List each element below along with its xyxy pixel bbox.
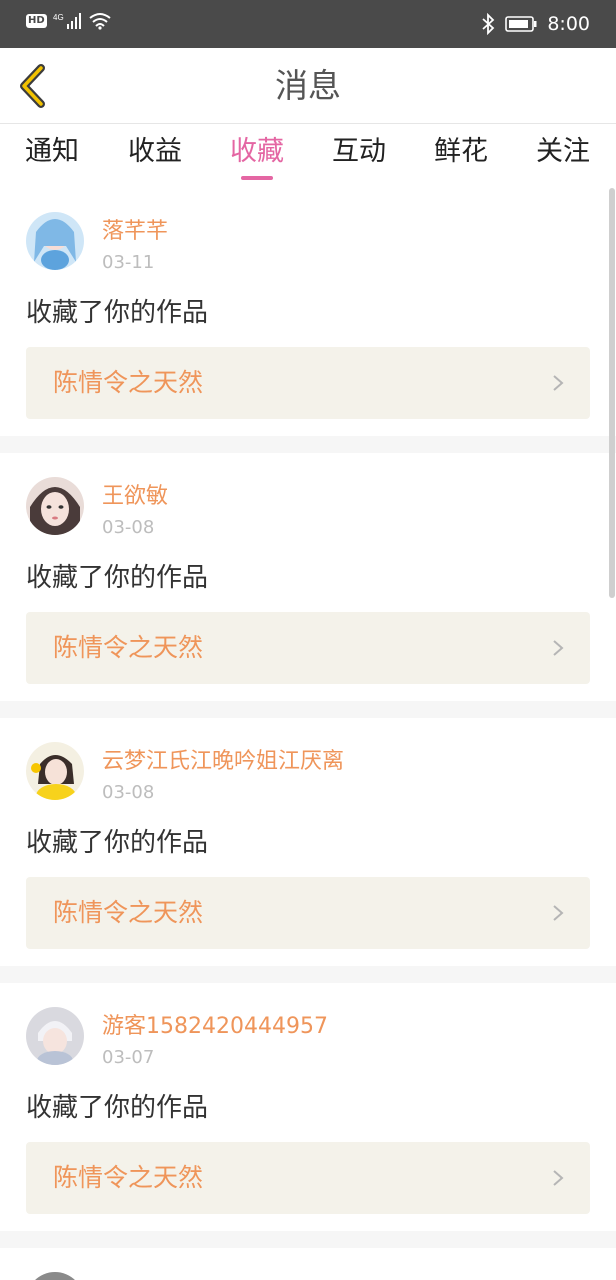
status-left: HD 4G [26, 12, 111, 30]
work-link[interactable]: 陈情令之天然 [26, 347, 590, 419]
action-text: 收藏了你的作品 [26, 828, 209, 858]
item-date: 03-11 [102, 252, 155, 273]
user-name[interactable]: 王欲敏 [102, 483, 168, 511]
tab-flowers[interactable]: 鲜花 [421, 134, 501, 170]
chevron-right-icon [553, 905, 564, 921]
list-item-partial [0, 1248, 616, 1280]
tab-following[interactable]: 关注 [523, 134, 603, 170]
work-title: 陈情令之天然 [53, 633, 204, 662]
avatar[interactable] [26, 742, 84, 800]
status-right: 8:00 [481, 10, 590, 38]
tab-bar: 通知 收益 收藏 互动 鲜花 关注 [0, 124, 616, 188]
avatar[interactable] [26, 477, 84, 535]
tab-earnings[interactable]: 收益 [115, 134, 195, 170]
work-title: 陈情令之天然 [53, 1163, 204, 1192]
status-bar: HD 4G 8:00 [0, 0, 616, 48]
scrollbar[interactable] [609, 188, 615, 598]
work-title: 陈情令之天然 [53, 368, 204, 397]
user-name[interactable]: 游客1582420444957 [102, 1013, 328, 1041]
item-date: 03-07 [102, 1047, 155, 1068]
list-item: 云梦江氏江晚吟姐江厌离 03-08 收藏了你的作品 陈情令之天然 [0, 718, 616, 966]
avatar[interactable] [26, 1007, 84, 1065]
chevron-right-icon [553, 375, 564, 391]
chevron-right-icon [553, 1170, 564, 1186]
user-name[interactable]: 落芊芊 [102, 218, 168, 246]
work-title: 陈情令之天然 [53, 898, 204, 927]
work-link[interactable]: 陈情令之天然 [26, 1142, 590, 1214]
user-name[interactable]: 云梦江氏江晚吟姐江厌离 [102, 748, 344, 776]
avatar[interactable] [26, 1272, 84, 1280]
chevron-right-icon [553, 640, 564, 656]
list-item: 王欲敏 03-08 收藏了你的作品 陈情令之天然 [0, 453, 616, 701]
list-item: 游客1582420444957 03-07 收藏了你的作品 陈情令之天然 [0, 983, 616, 1231]
active-tab-indicator [241, 176, 273, 180]
list-item: 落芊芊 03-11 收藏了你的作品 陈情令之天然 [0, 188, 616, 436]
action-text: 收藏了你的作品 [26, 298, 209, 328]
item-date: 03-08 [102, 782, 155, 803]
work-link[interactable]: 陈情令之天然 [26, 612, 590, 684]
hd-icon: HD [26, 14, 47, 28]
top-bar: 消息 [0, 48, 616, 124]
item-date: 03-08 [102, 517, 155, 538]
bluetooth-icon [482, 13, 495, 35]
wifi-icon [89, 13, 111, 30]
tab-notifications[interactable]: 通知 [12, 134, 92, 170]
avatar[interactable] [26, 212, 84, 270]
tab-favorites[interactable]: 收藏 [217, 134, 297, 170]
battery-icon [505, 16, 537, 32]
signal-icon: 4G [53, 13, 81, 29]
work-link[interactable]: 陈情令之天然 [26, 877, 590, 949]
clock: 8:00 [547, 13, 590, 35]
action-text: 收藏了你的作品 [26, 1093, 209, 1123]
tab-interactions[interactable]: 互动 [319, 134, 399, 170]
svg-text:4G: 4G [53, 13, 64, 22]
action-text: 收藏了你的作品 [26, 563, 209, 593]
page-title: 消息 [275, 66, 341, 105]
